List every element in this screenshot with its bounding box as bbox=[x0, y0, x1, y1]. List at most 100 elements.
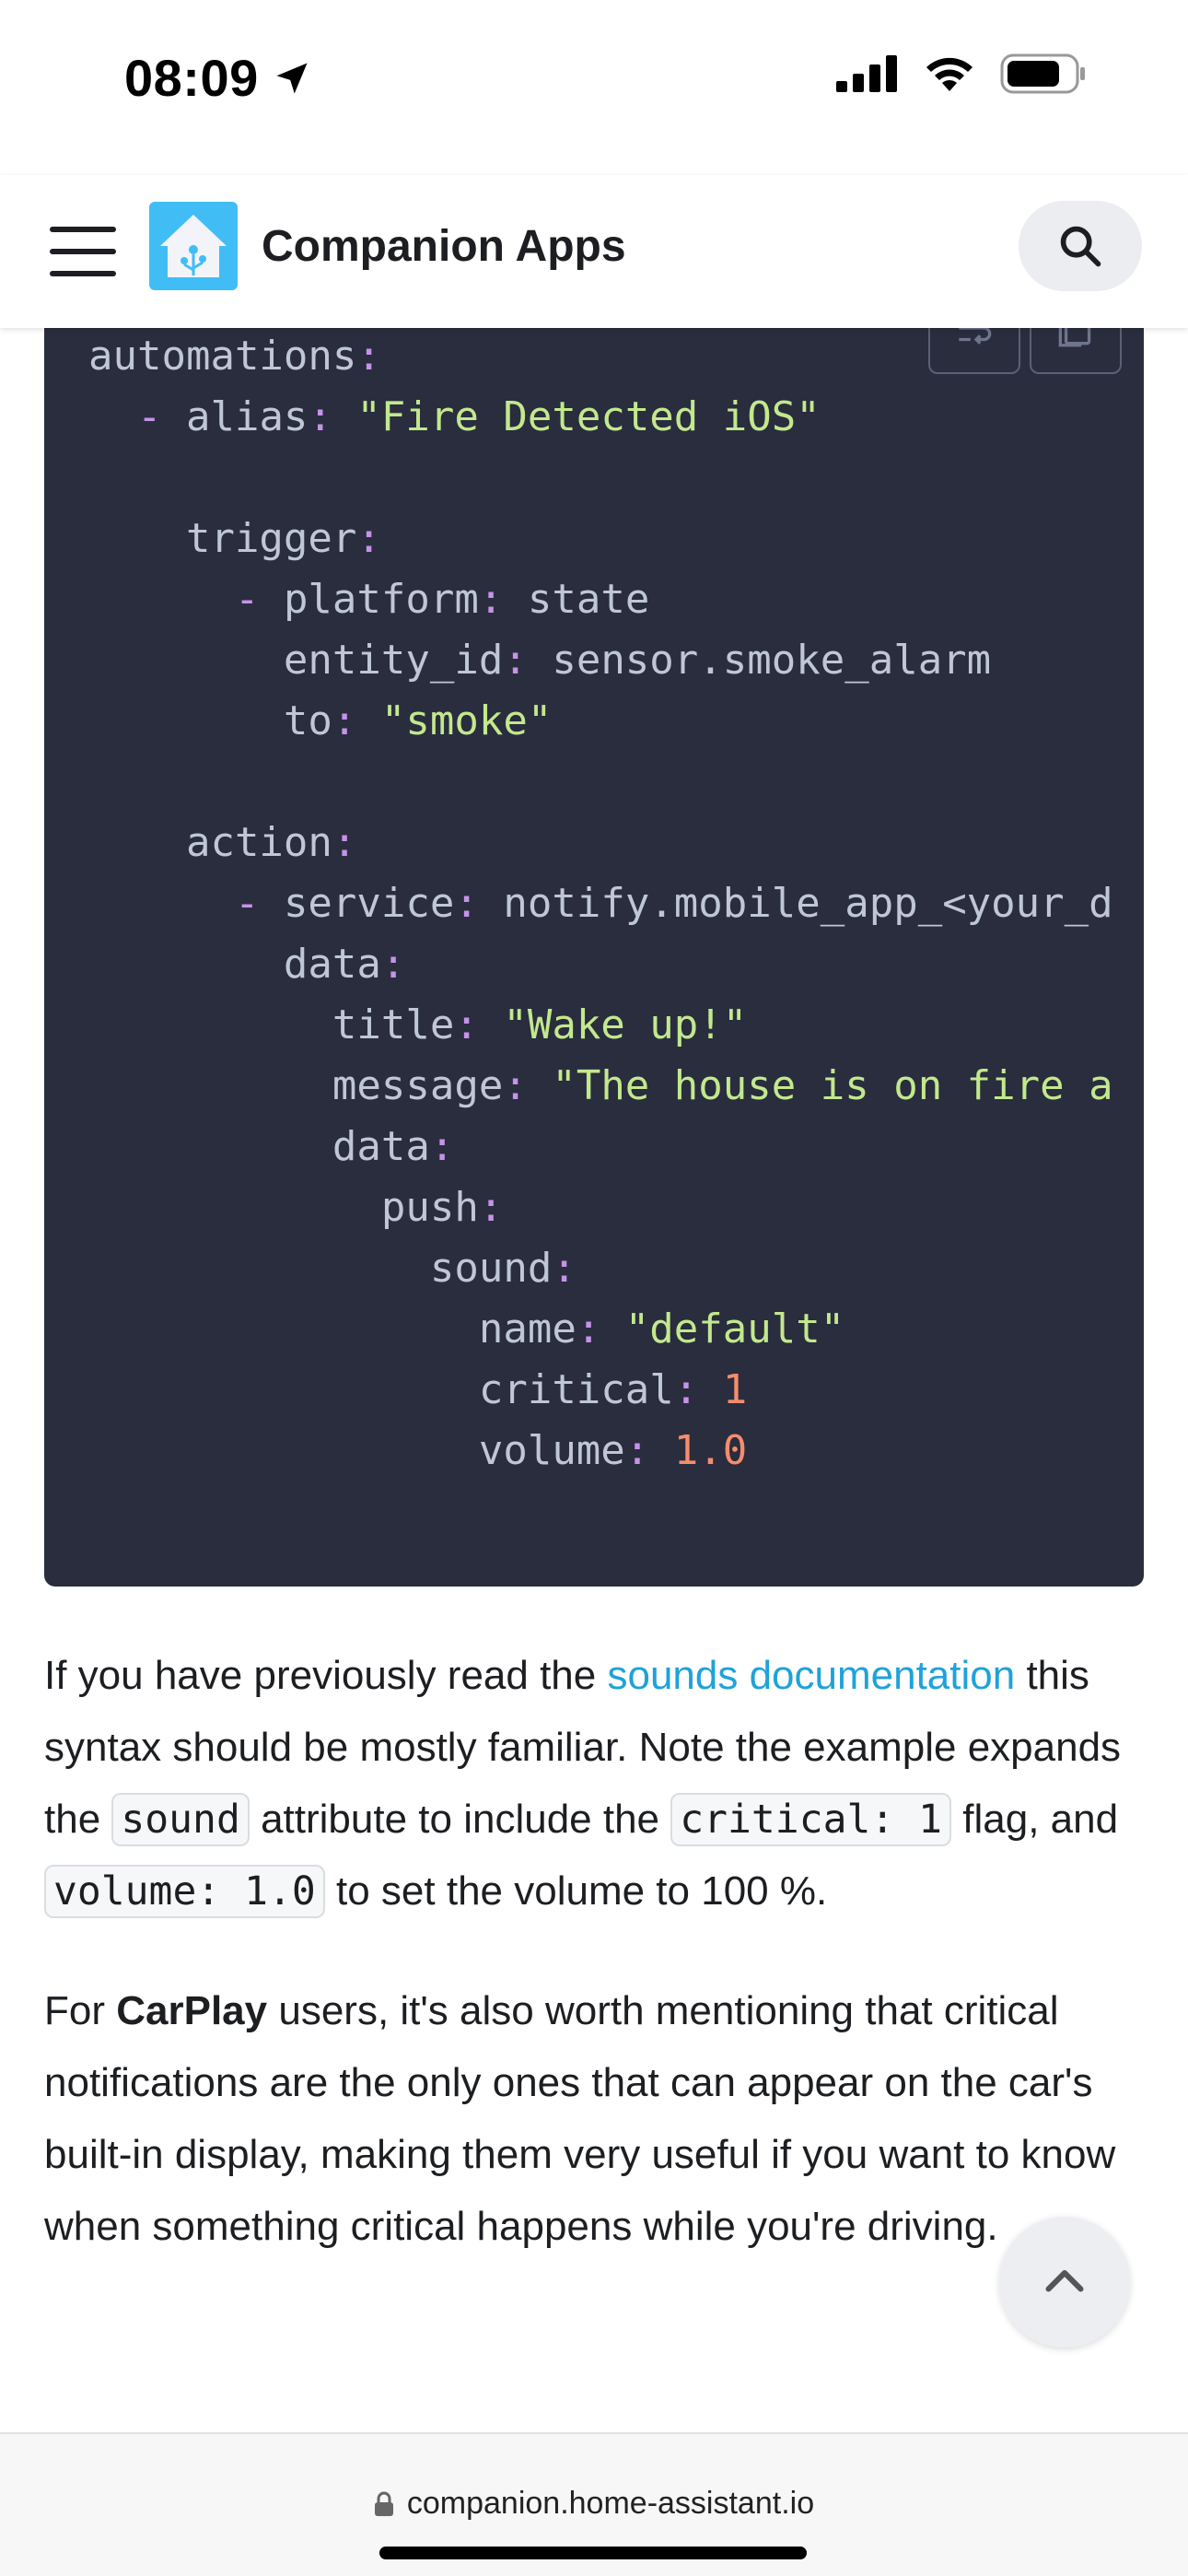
code-token: "Fire Detected iOS" bbox=[332, 393, 821, 440]
code-line: - platform: state bbox=[88, 569, 1113, 630]
carplay-bold: CarPlay bbox=[116, 1988, 268, 2033]
inline-code-volume: volume: 1.0 bbox=[44, 1865, 325, 1918]
code-token: sound bbox=[88, 1245, 553, 1292]
browser-bottom-bar: companion.home-assistant.io bbox=[0, 2432, 1188, 2576]
code-line: critical: 1 bbox=[88, 1360, 1113, 1421]
code-token: : bbox=[478, 576, 504, 623]
scroll-to-top-button[interactable] bbox=[999, 2217, 1130, 2348]
code-line: message: "The house is on fire a bbox=[88, 1056, 1113, 1117]
code-token: - bbox=[136, 393, 162, 440]
code-token: volume bbox=[88, 1427, 625, 1474]
code-token: : bbox=[503, 1062, 528, 1109]
sounds-documentation-link[interactable]: sounds documentation bbox=[607, 1653, 1015, 1698]
wifi-icon bbox=[926, 57, 973, 91]
address-bar[interactable]: companion.home-assistant.io bbox=[0, 2486, 1188, 2522]
code-line: push: bbox=[88, 1177, 1113, 1238]
code-token: data bbox=[88, 941, 381, 988]
code-token: automations bbox=[88, 333, 357, 380]
code-token: : bbox=[673, 1366, 699, 1413]
code-token: : bbox=[478, 1184, 504, 1231]
code-token: - bbox=[234, 880, 260, 927]
paragraph-sounds: If you have previously read the sounds d… bbox=[44, 1640, 1144, 1927]
code-token: alias bbox=[161, 393, 309, 440]
lock-icon bbox=[374, 2491, 393, 2516]
code-token: to bbox=[88, 697, 332, 744]
code-token: - bbox=[234, 576, 260, 623]
code-token: : bbox=[454, 1001, 479, 1048]
code-token: sensor.smoke_alarm bbox=[527, 637, 992, 684]
code-token: : bbox=[429, 1123, 455, 1170]
location-arrow-icon bbox=[276, 63, 308, 93]
code-token: "The house is on fire a bbox=[527, 1062, 1113, 1109]
code-token: : bbox=[308, 393, 332, 440]
code-line: entity_id: sensor.smoke_alarm bbox=[88, 630, 1113, 691]
code-block: automations: - alias: "Fire Detected iOS… bbox=[44, 304, 1144, 1587]
code-token: : bbox=[552, 1245, 577, 1292]
code-token: push bbox=[88, 1184, 479, 1231]
code-line: title: "Wake up!" bbox=[88, 995, 1113, 1056]
cellular-signal-icon bbox=[836, 55, 897, 92]
code-token: : bbox=[503, 637, 528, 684]
code-token: action bbox=[88, 819, 332, 866]
code-token: : bbox=[332, 819, 357, 866]
chevron-up-icon bbox=[1045, 2270, 1084, 2292]
code-token: critical bbox=[88, 1366, 674, 1413]
hamburger-menu-icon bbox=[50, 227, 116, 232]
code-line: sound: bbox=[88, 1238, 1113, 1299]
article-content: If you have previously read the sounds d… bbox=[44, 1640, 1144, 2311]
code-token: 1 bbox=[698, 1366, 748, 1413]
code-token: name bbox=[88, 1306, 577, 1352]
status-bar: 08:09 bbox=[0, 0, 1188, 175]
status-indicators bbox=[836, 53, 1087, 94]
search-icon bbox=[1060, 226, 1101, 267]
code-token: data bbox=[88, 1123, 430, 1170]
code-token: : bbox=[332, 697, 357, 744]
code-line: data: bbox=[88, 1117, 1113, 1177]
code-token: : bbox=[576, 1306, 601, 1352]
inline-code-critical: critical: 1 bbox=[670, 1793, 952, 1846]
code-token: : bbox=[624, 1427, 650, 1474]
code-token: title bbox=[88, 1001, 455, 1048]
paragraph-carplay: For CarPlay users, it's also worth menti… bbox=[44, 1988, 1116, 2249]
code-token: notify.mobile_app_<your_d bbox=[478, 880, 1113, 927]
code-line: to: "smoke" bbox=[88, 691, 1113, 752]
home-indicator[interactable] bbox=[379, 2547, 807, 2559]
nav-title[interactable]: Companion Apps bbox=[262, 221, 626, 272]
url-text: companion.home-assistant.io bbox=[406, 2486, 815, 2521]
code-line: data: bbox=[88, 934, 1113, 995]
code-token: platform bbox=[259, 576, 479, 623]
code-line: name: "default" bbox=[88, 1299, 1113, 1360]
status-time: 08:09 bbox=[124, 49, 259, 107]
code-token: state bbox=[503, 576, 650, 623]
code-token: "default" bbox=[600, 1306, 845, 1352]
code-token: "smoke" bbox=[356, 697, 553, 744]
search-button[interactable] bbox=[1019, 201, 1142, 291]
code-line: volume: 1.0 bbox=[88, 1421, 1113, 1481]
code-token: : bbox=[454, 880, 479, 927]
code-token: service bbox=[259, 880, 455, 927]
battery-icon bbox=[1000, 53, 1085, 94]
status-time-group: 08:09 bbox=[124, 48, 312, 108]
code-token: : bbox=[356, 515, 381, 562]
code-line: trigger: bbox=[88, 509, 1113, 569]
code-line: action: bbox=[88, 813, 1113, 873]
menu-button[interactable] bbox=[46, 219, 120, 284]
code-token: 1.0 bbox=[649, 1427, 748, 1474]
navbar: Companion Apps bbox=[0, 175, 1188, 328]
code-token: : bbox=[356, 333, 381, 380]
code-token: "Wake up!" bbox=[478, 1001, 748, 1048]
code-token: trigger bbox=[88, 515, 357, 562]
code-token: : bbox=[380, 941, 406, 988]
home-assistant-logo[interactable] bbox=[149, 202, 238, 290]
code-content: automations: - alias: "Fire Detected iOS… bbox=[88, 326, 1113, 1481]
inline-code-sound: sound bbox=[111, 1793, 250, 1846]
code-token: entity_id bbox=[88, 637, 504, 684]
code-line: - alias: "Fire Detected iOS" bbox=[88, 387, 1113, 448]
code-token: message bbox=[88, 1062, 504, 1109]
code-line: - service: notify.mobile_app_<your_d bbox=[88, 873, 1113, 934]
